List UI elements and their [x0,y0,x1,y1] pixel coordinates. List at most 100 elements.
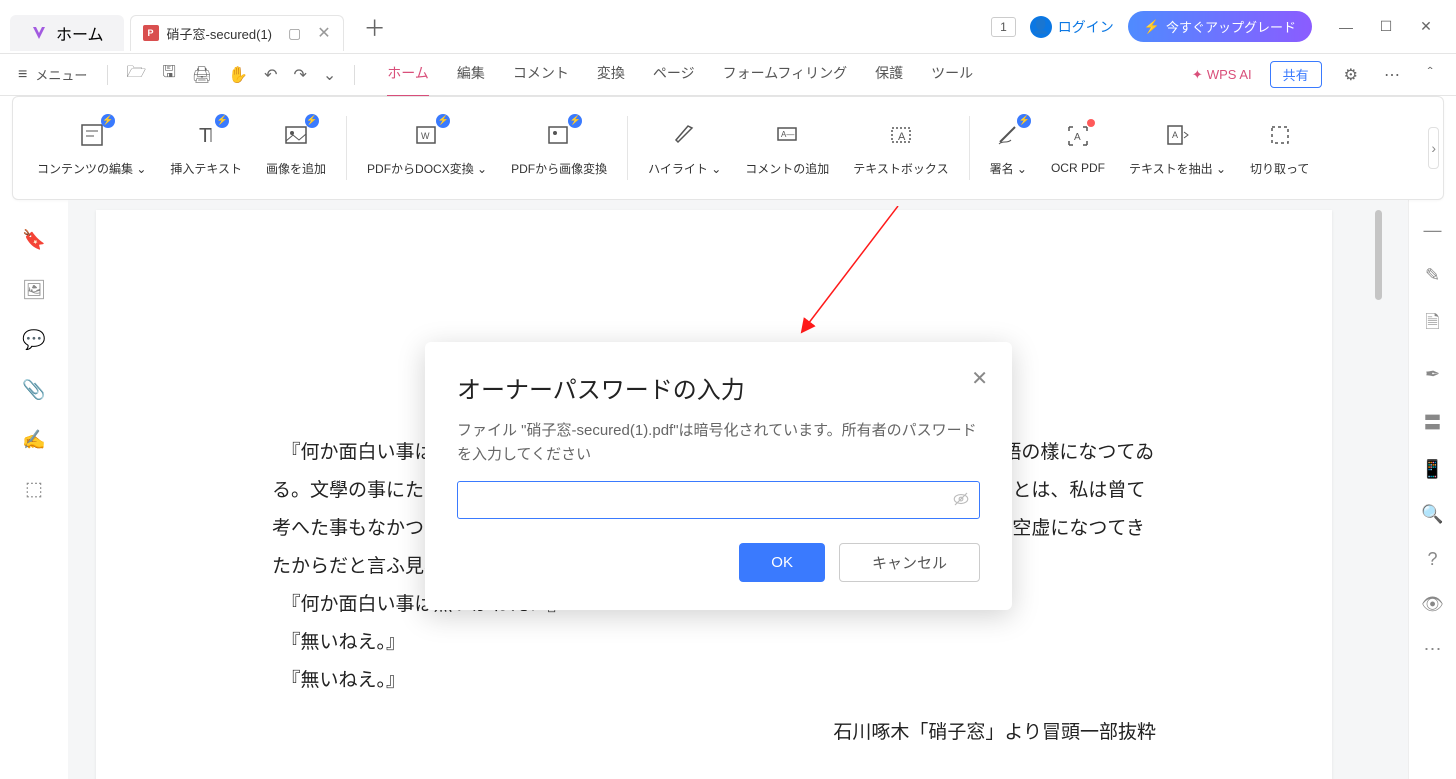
dialog-buttons: OK キャンセル [457,543,980,582]
image-panel-icon[interactable]: 🖼 [22,278,46,302]
tab-add-button[interactable]: ＋ [364,11,386,43]
ribbon-label: OCR PDF [1051,161,1105,175]
window-controls: — ☐ ✕ [1326,11,1446,43]
window-minimize-button[interactable]: — [1326,11,1366,43]
separator [346,116,347,180]
signature-icon: ⚡ [993,120,1023,150]
edit-pencil-icon[interactable]: ✎ [1425,265,1440,286]
extract-text-icon: A [1162,120,1192,150]
tab-document[interactable]: P 硝子窓-secured(1) ▢ ✕ [130,15,344,51]
ribbon-more-icon[interactable]: › [1428,127,1439,169]
textbox-icon: A [886,120,916,150]
menubar-tab-edit[interactable]: 編集 [457,63,485,87]
cancel-button[interactable]: キャンセル [839,543,980,582]
ribbon-label: コンテンツの編集 ⌄ [37,160,146,177]
menubar-tab-tool[interactable]: ツール [931,63,973,87]
chevron-down-icon[interactable]: ⌄ [319,65,340,85]
ocr-icon: A [1063,121,1093,151]
scrollbar-thumb[interactable] [1375,210,1382,300]
dialog-close-icon[interactable]: ✕ [971,366,988,391]
toggle-visibility-icon[interactable] [952,490,970,513]
upgrade-button[interactable]: ⚡ 今すぐアップグレード [1128,11,1312,42]
ribbon-pdf-to-image[interactable]: ⚡ PDFから画像変換 [499,120,619,177]
ribbon-signature[interactable]: ⚡ 署名 ⌄ [978,120,1039,177]
pdf-image-icon: ⚡ [544,120,574,150]
login-button[interactable]: 👤 ログイン [1030,16,1114,38]
ribbon-pdf-to-docx[interactable]: W⚡ PDFからDOCX変換 ⌄ [355,120,499,177]
ribbon-label: テキストボックス [853,160,948,177]
save-icon[interactable]: 🖫 [158,61,180,88]
ribbon-label: 画像を追加 [266,160,326,177]
comment-icon: A— [772,120,802,150]
share-button[interactable]: 共有 [1270,61,1322,88]
tab-close-icon[interactable]: ✕ [317,23,330,43]
left-sidebar: 🔖 🖼 💬 📎 ✍ ⬚ [0,200,68,779]
minus-icon[interactable]: — [1424,220,1442,241]
ribbon-label: 切り取って [1250,160,1309,177]
print-icon[interactable]: 🖨 [188,65,216,85]
eye-icon[interactable]: 👁 [1421,594,1444,615]
ribbon-label: 挿入テキスト [170,160,242,177]
hand-tool-icon[interactable]: ✋ [224,65,252,85]
password-input[interactable] [457,481,980,519]
layers-icon[interactable]: ⬚ [25,478,43,501]
help-icon[interactable]: ? [1427,549,1437,570]
wps-ai-button[interactable]: ✦ WPS AI [1192,67,1252,83]
toolbar-ribbon: ⚡ コンテンツの編集 ⌄ T⚡ 挿入テキスト ⚡ 画像を追加 W⚡ PDFからD… [12,96,1444,200]
ink-icon[interactable]: ✒ [1425,364,1440,385]
menubar-tab-form[interactable]: フォームフィリング [723,63,847,87]
titlebar: ホーム P 硝子窓-secured(1) ▢ ✕ ＋ 1 👤 ログイン ⚡ 今す… [0,0,1456,54]
ribbon-add-comment[interactable]: A— コメントの追加 [733,120,841,177]
menu-label[interactable]: メニュー [35,65,87,84]
menubar-tab-protect[interactable]: 保護 [875,63,903,87]
more-vertical-icon[interactable]: ⋯ [1424,639,1442,660]
page-count-badge[interactable]: 1 [991,17,1016,37]
highlight-icon [670,120,700,150]
window-close-button[interactable]: ✕ [1406,11,1446,43]
signature-panel-icon[interactable]: ✍ [22,428,46,452]
svg-text:W: W [421,131,430,141]
redo-icon[interactable]: ↷ [289,65,310,85]
attachment-icon[interactable]: 📎 [22,378,46,402]
tab-home[interactable]: ホーム [10,15,124,51]
pdf-docx-icon: W⚡ [412,120,442,150]
columns-icon[interactable]: 〓 [1424,409,1442,435]
menubar-tab-page[interactable]: ページ [653,63,695,87]
window-maximize-button[interactable]: ☐ [1366,11,1406,43]
bookmark-icon[interactable]: 🔖 [22,228,46,252]
comment-panel-icon[interactable]: 💬 [22,328,46,352]
ribbon-edit-contents[interactable]: ⚡ コンテンツの編集 ⌄ [25,120,158,177]
hamburger-icon[interactable]: ≡ [18,66,27,84]
ribbon-extract-text[interactable]: A テキストを抽出 ⌄ [1117,120,1238,177]
ribbon-highlight[interactable]: ハイライト ⌄ [636,120,733,177]
ok-button[interactable]: OK [739,543,825,582]
dialog-message: ファイル "硝子窓-secured(1).pdf"は暗号化されています。所有者の… [457,419,980,467]
menubar-right: ✦ WPS AI 共有 ⚙ ⋯ ＾ [1192,61,1438,88]
password-field-wrapper [457,481,980,519]
svg-text:A: A [898,131,906,143]
separator [107,65,108,85]
menubar-tab-home[interactable]: ホーム [387,63,429,87]
page-icon[interactable]: 🗎 [1425,310,1439,340]
ribbon-snip[interactable]: 切り取って [1238,120,1321,177]
dialog-title: オーナーパスワードの入力 [457,370,980,405]
search-icon[interactable]: 🔍 [1421,504,1443,525]
separator [354,65,355,85]
tab-document-title: 硝子窓-secured(1) [167,24,272,43]
open-folder-icon[interactable]: 🗁 [122,61,150,88]
ribbon-insert-text[interactable]: T⚡ 挿入テキスト [158,120,254,177]
menubar-tab-convert[interactable]: 変換 [597,63,625,87]
cast-icon[interactable]: ▢ [288,25,301,42]
menubar-tab-comment[interactable]: コメント [513,63,569,87]
undo-icon[interactable]: ↶ [260,65,281,85]
ribbon-textbox[interactable]: A テキストボックス [841,120,960,177]
ribbon-add-image[interactable]: ⚡ 画像を追加 [254,120,338,177]
gear-icon[interactable]: ⚙ [1340,65,1362,85]
collapse-ribbon-icon[interactable]: ＾ [1422,63,1438,87]
ribbon-label: テキストを抽出 ⌄ [1129,160,1226,177]
phone-icon[interactable]: 📱 [1421,459,1443,480]
more-icon[interactable]: ⋯ [1380,65,1404,85]
owner-password-dialog: オーナーパスワードの入力 ✕ ファイル "硝子窓-secured(1).pdf"… [425,342,1012,610]
ribbon-ocr-pdf[interactable]: A OCR PDF [1039,121,1117,175]
bolt-badge-icon: ⚡ [1017,114,1031,128]
